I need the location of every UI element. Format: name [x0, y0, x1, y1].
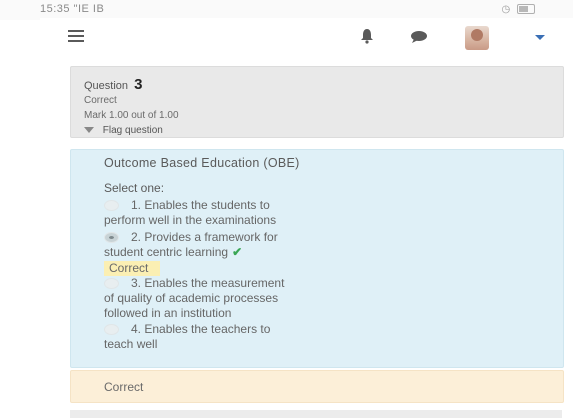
flag-question-link[interactable]: Flag question [84, 125, 163, 136]
question-state: Correct [84, 95, 117, 106]
option-1-line-2: perform well in the examinations [104, 213, 277, 227]
flag-icon [84, 127, 94, 134]
flag-question-label: Flag question [102, 125, 163, 136]
option-1-line-1: 1. Enables the students to [131, 198, 270, 212]
radio-option-2[interactable] [104, 232, 119, 244]
check-mark-icon: ✔ [232, 245, 243, 259]
option-4-line-2: teach well [104, 337, 158, 351]
option-3-line-2: of quality of academic processes [104, 291, 279, 305]
quiz-review-page: Question 3 Correct Mark 1.00 out of 1.00… [40, 58, 573, 418]
avatar[interactable] [465, 26, 489, 50]
question-text: Outcome Based Education (OBE) [104, 156, 300, 170]
question-info: Question 3 Correct Mark 1.00 out of 1.00… [70, 66, 564, 138]
chat-bubble-icon[interactable] [410, 30, 428, 44]
radio-option-1[interactable] [104, 200, 119, 212]
question-formulation: Outcome Based Education (OBE) Select one… [70, 149, 564, 368]
top-navbar [40, 18, 573, 59]
question-number: 3 [134, 76, 143, 93]
correct-badge: Correct [104, 261, 161, 276]
radio-option-4[interactable] [104, 324, 119, 336]
select-one-prompt: Select one: [104, 181, 165, 195]
option-3-line-3: followed in an institution [104, 306, 232, 320]
hamburger-icon[interactable] [68, 30, 84, 42]
question-label: Question [84, 80, 129, 92]
caret-down-icon[interactable] [535, 35, 545, 40]
battery-icon [517, 4, 535, 15]
alarm-icon: ◷ [501, 4, 511, 15]
answer-option-1[interactable]: 1. Enables the students to perform well … [104, 198, 449, 228]
option-3-line-1: 3. Enables the measurement [131, 276, 285, 290]
question-heading: Question 3 [84, 76, 142, 93]
answer-option-2[interactable]: 2. Provides a framework for student cent… [104, 230, 449, 276]
radio-option-3[interactable] [104, 278, 119, 290]
option-2-line-2: student centric learning [104, 245, 229, 259]
option-2-line-1: 2. Provides a framework for [131, 230, 278, 244]
bell-icon[interactable] [360, 28, 374, 44]
left-edge [0, 20, 40, 418]
answer-option-3[interactable]: 3. Enables the measurement of quality of… [104, 276, 449, 321]
status-icons: ◷ [501, 4, 535, 15]
answer-option-4[interactable]: 4. Enables the teachers to teach well [104, 322, 449, 352]
next-question-edge [70, 410, 562, 418]
status-bar: 15:35 "ΙΕ ΙΒ ◷ [0, 0, 573, 20]
status-time: 15:35 "ΙΕ ΙΒ [40, 3, 105, 15]
feedback-text: Correct [104, 380, 144, 394]
option-4-line-1: 4. Enables the teachers to [131, 322, 271, 336]
feedback-box: Correct [70, 370, 564, 403]
question-mark: Mark 1.00 out of 1.00 [84, 110, 179, 121]
